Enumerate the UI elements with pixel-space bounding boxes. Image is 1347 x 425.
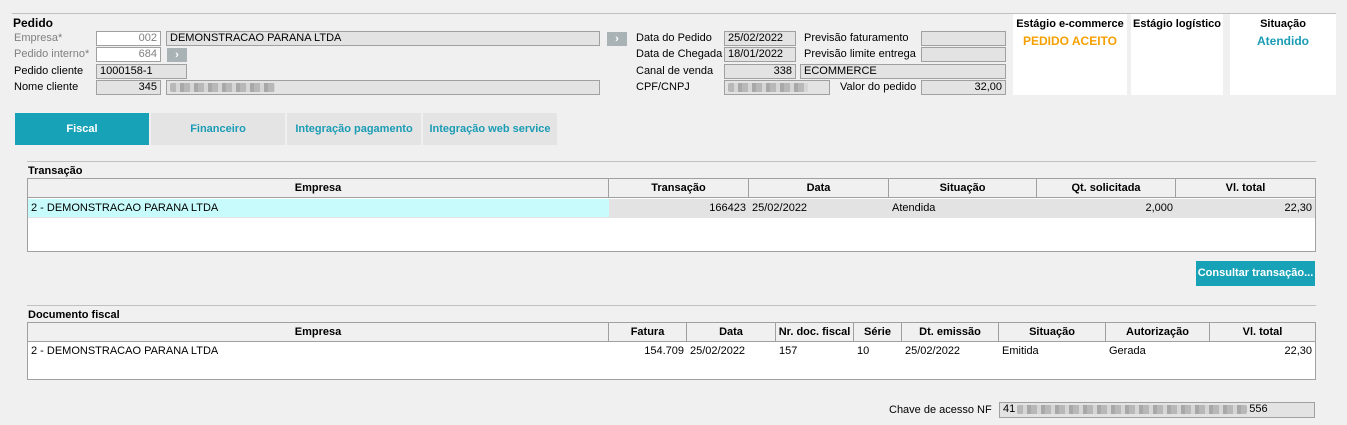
canal-venda-label: Canal de venda: [636, 65, 714, 77]
redacted-text: [728, 82, 808, 92]
tab-integracao-pagamento[interactable]: Integração pagamento: [287, 113, 421, 145]
valor-pedido-label: Valor do pedido: [840, 81, 917, 93]
pedido-interno-lookup-button[interactable]: ›: [167, 48, 187, 62]
column-header-qt-solicitada[interactable]: Qt. solicitada: [1037, 179, 1176, 198]
previsao-faturamento-field: [921, 31, 1006, 46]
tab-fiscal[interactable]: Fiscal: [15, 113, 149, 145]
chave-acesso-label: Chave de acesso NF: [889, 404, 992, 416]
column-header-fatura[interactable]: Fatura: [609, 323, 687, 342]
canal-venda-code-field: 338: [724, 64, 796, 79]
column-header-situacao[interactable]: Situação: [889, 179, 1037, 198]
table-row[interactable]: 2 - DEMONSTRACAO PARANA LTDA 154.709 25/…: [28, 343, 1315, 361]
redacted-text: [1017, 404, 1248, 414]
estagio-ecommerce-box: Estágio e-commerce PEDIDO ACEITO: [1013, 14, 1127, 95]
chevron-right-icon: ›: [175, 49, 179, 61]
cell-data: 25/02/2022: [752, 202, 808, 214]
estagio-logistico-box: Estágio logístico: [1131, 14, 1223, 95]
cell-empresa: 2 - DEMONSTRACAO PARANA LTDA: [31, 345, 219, 357]
cell-autorizacao: Gerada: [1109, 345, 1146, 357]
data-pedido-label: Data do Pedido: [636, 32, 712, 44]
column-header-nr-doc-fiscal[interactable]: Nr. doc. fiscal: [776, 323, 854, 342]
cell-qt-solicitada: 2,000: [1145, 202, 1173, 214]
chave-suffix: 556: [1249, 403, 1268, 415]
column-header-serie[interactable]: Série: [854, 323, 902, 342]
documento-divider: [27, 305, 1316, 306]
cpf-field: [724, 80, 830, 95]
data-chegada-label: Data de Chegada: [636, 48, 723, 60]
previsao-limite-label: Previsão limite entrega: [804, 48, 916, 60]
empresa-name-field: DEMONSTRACAO PARANA LTDA: [166, 31, 600, 46]
column-header-data[interactable]: Data: [749, 179, 889, 198]
estagio-logistico-title: Estágio logístico: [1132, 18, 1221, 30]
cell-transacao: 166423: [709, 202, 746, 214]
cell-nr-doc-fiscal: 157: [779, 345, 798, 357]
nome-cliente-label: Nome cliente: [14, 81, 79, 93]
empresa-label: Empresa*: [14, 32, 63, 44]
data-pedido-field: 25/02/2022: [724, 31, 796, 46]
column-header-empresa[interactable]: Empresa: [28, 179, 609, 198]
data-chegada-field: 18/01/2022: [724, 47, 796, 62]
transacao-grid[interactable]: Empresa Transação Data Situação Qt. soli…: [27, 178, 1316, 252]
transacao-title: Transação: [28, 165, 83, 177]
empresa-lookup-button[interactable]: ›: [607, 32, 627, 46]
nome-cliente-code-field: 345: [96, 80, 161, 95]
documento-title: Documento fiscal: [28, 309, 120, 321]
cell-data: 25/02/2022: [690, 345, 746, 357]
column-header-empresa[interactable]: Empresa: [28, 323, 609, 342]
column-header-situacao[interactable]: Situação: [999, 323, 1106, 342]
nome-cliente-name-field: [166, 80, 600, 95]
pedido-title: Pedido: [13, 16, 54, 30]
pedido-cliente-field: 1000158-1: [96, 64, 187, 79]
column-header-vl-total[interactable]: Vl. total: [1176, 179, 1315, 198]
column-header-vl-total[interactable]: Vl. total: [1210, 323, 1315, 342]
chave-acesso-field: 41 556: [999, 402, 1315, 418]
previsao-limite-field: [921, 47, 1006, 62]
column-header-transacao[interactable]: Transação: [609, 179, 749, 198]
column-header-dt-emissao[interactable]: Dt. emissão: [902, 323, 999, 342]
situacao-value: Atendido: [1257, 34, 1309, 48]
table-row[interactable]: 2 - DEMONSTRACAO PARANA LTDA 166423 25/0…: [28, 199, 1315, 218]
cell-serie: 10: [857, 345, 870, 357]
cell-vl-total: 22,30: [1284, 202, 1312, 214]
column-header-data[interactable]: Data: [687, 323, 776, 342]
redacted-text: [170, 82, 275, 92]
chevron-right-icon: ›: [615, 33, 619, 45]
chave-prefix: 41: [1003, 403, 1016, 415]
cell-vl-total: 22,30: [1284, 345, 1312, 357]
documento-grid[interactable]: Empresa Fatura Data Nr. doc. fiscal Séri…: [27, 322, 1316, 380]
cell-fatura: 154.709: [644, 345, 684, 357]
cell-situacao: Atendida: [892, 202, 936, 214]
situacao-box: Situação Atendido: [1230, 14, 1336, 95]
estagio-ecommerce-value: PEDIDO ACEITO: [1022, 34, 1117, 48]
cell-dt-emissao: 25/02/2022: [905, 345, 961, 357]
pedido-interno-field[interactable]: 684: [96, 47, 161, 62]
transacao-divider: [27, 161, 1316, 162]
pedido-cliente-label: Pedido cliente: [14, 65, 84, 77]
tab-integracao-web-service[interactable]: Integração web service: [423, 113, 557, 145]
situacao-title: Situação: [1260, 18, 1306, 30]
column-header-autorizacao[interactable]: Autorização: [1106, 323, 1210, 342]
previsao-faturamento-label: Previsão faturamento: [804, 32, 909, 44]
cell-situacao: Emitida: [1002, 345, 1039, 357]
tab-financeiro[interactable]: Financeiro: [151, 113, 285, 145]
cpf-label: CPF/CNPJ: [636, 81, 690, 93]
consultar-transacao-button[interactable]: Consultar transação...: [1196, 261, 1315, 286]
valor-pedido-field: 32,00: [921, 80, 1006, 95]
empresa-code-field[interactable]: 002: [96, 31, 161, 46]
canal-venda-name-field: ECOMMERCE: [800, 64, 1006, 79]
estagio-ecommerce-title: Estágio e-commerce: [1016, 18, 1124, 30]
cell-empresa: 2 - DEMONSTRACAO PARANA LTDA: [28, 199, 609, 217]
pedido-interno-label: Pedido interno*: [14, 48, 90, 60]
